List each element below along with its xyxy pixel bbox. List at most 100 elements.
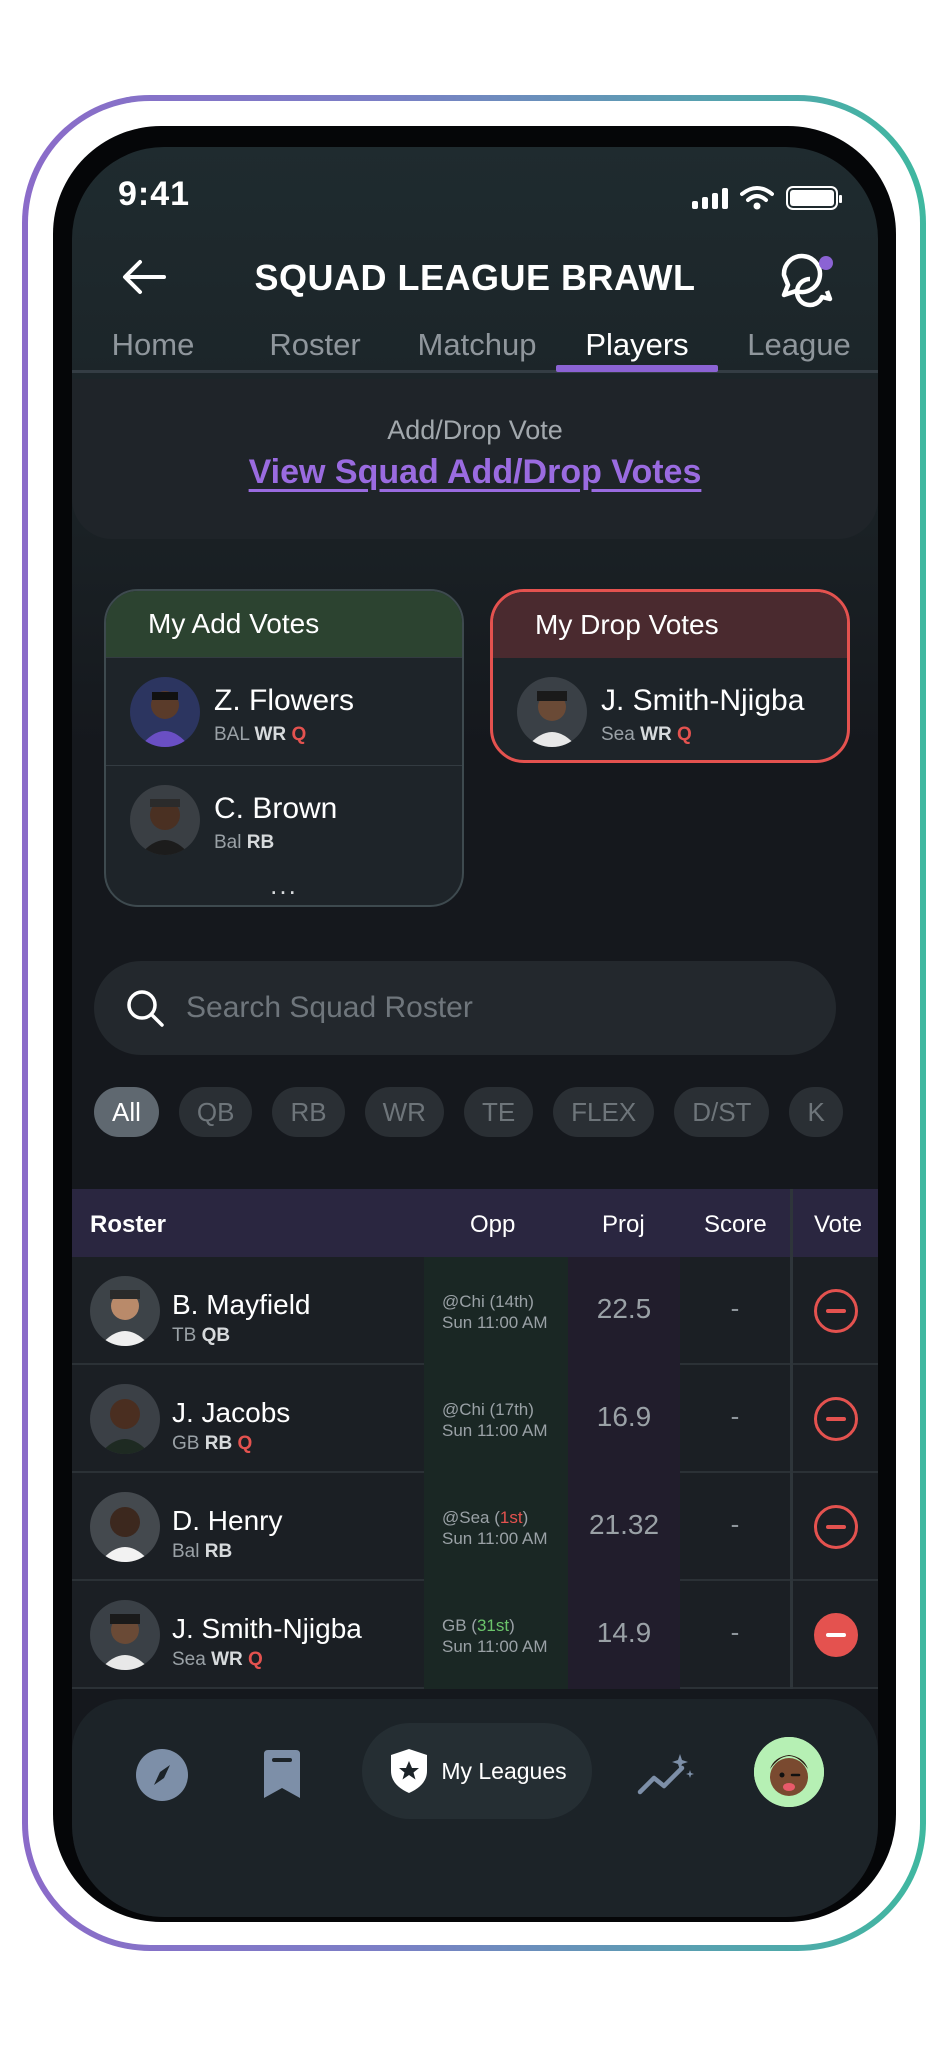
table-row[interactable]: B. Mayfield TB QB @Chi (14th) Sun 11:00 A… bbox=[72, 1257, 878, 1365]
table-header: Roster Opp Proj Score Vote bbox=[72, 1189, 878, 1257]
opponent-info: @Sea (1st) Sun 11:00 AM bbox=[442, 1508, 548, 1548]
filter-chip-te[interactable]: TE bbox=[463, 1087, 534, 1137]
page-title: SQUAD LEAGUE BRAWL bbox=[254, 257, 696, 298]
chat-button[interactable] bbox=[774, 245, 838, 309]
player-meta: BAL WR Q bbox=[214, 724, 307, 745]
my-drop-votes-title: My Drop Votes bbox=[493, 592, 847, 658]
player-meta: GB RB Q bbox=[172, 1433, 253, 1454]
tab-home[interactable]: Home bbox=[72, 327, 234, 363]
player-name: C. Brown bbox=[214, 792, 338, 825]
more-indicator[interactable]: ... bbox=[106, 870, 462, 901]
opponent-info: GB (31st) Sun 11:00 AM bbox=[442, 1616, 548, 1656]
table-row[interactable]: D. Henry Bal RB @Sea (1st) Sun 11:00 AM 2… bbox=[72, 1473, 878, 1581]
filter-chip-dst[interactable]: D/ST bbox=[674, 1087, 770, 1137]
filter-chip-all[interactable]: All bbox=[94, 1087, 159, 1137]
nav-my-leagues[interactable]: My Leagues bbox=[362, 1723, 592, 1819]
search-bar[interactable] bbox=[94, 961, 836, 1055]
filter-chip-flex[interactable]: FLEX bbox=[553, 1087, 655, 1137]
bookmark-icon bbox=[264, 1750, 300, 1798]
player-meta: Bal RB bbox=[214, 832, 275, 853]
drop-vote-button[interactable] bbox=[814, 1505, 858, 1549]
memoji-avatar-icon bbox=[754, 1737, 824, 1807]
add-drop-vote-label: Add/Drop Vote bbox=[387, 415, 563, 445]
header-opp: Opp bbox=[470, 1211, 516, 1238]
nav-saved[interactable] bbox=[250, 1743, 314, 1807]
shield-star-icon bbox=[391, 1749, 428, 1793]
player-meta: TB QB bbox=[172, 1325, 231, 1346]
drop-vote-item[interactable]: J. Smith-Njigba Sea WR Q bbox=[493, 658, 847, 760]
player-avatar bbox=[517, 677, 587, 747]
projected-points: 21.32 bbox=[588, 1509, 660, 1540]
trending-sparkle-icon bbox=[637, 1754, 694, 1795]
player-avatar bbox=[90, 1600, 160, 1670]
my-add-votes-card[interactable]: My Add Votes Z. Flowers BAL WR Q C. Brow… bbox=[104, 589, 464, 907]
tab-roster[interactable]: Roster bbox=[234, 327, 396, 363]
player-avatar bbox=[130, 785, 200, 855]
opponent-info: @Chi (14th) Sun 11:00 AM bbox=[442, 1292, 548, 1332]
header-roster: Roster bbox=[90, 1211, 167, 1238]
view-add-drop-votes-link[interactable]: View Squad Add/Drop Votes bbox=[72, 453, 878, 492]
filter-chip-rb[interactable]: RB bbox=[272, 1087, 345, 1137]
search-input[interactable] bbox=[186, 961, 806, 1055]
nav-explore[interactable] bbox=[130, 1743, 194, 1807]
cellular-signal-icon bbox=[692, 187, 728, 209]
my-drop-votes-card[interactable]: My Drop Votes J. Smith-Njigba Sea WR Q bbox=[490, 589, 850, 763]
player-name: J. Smith-Njigba bbox=[601, 684, 805, 717]
nav-stats[interactable] bbox=[634, 1743, 698, 1807]
drop-vote-button[interactable] bbox=[814, 1289, 858, 1333]
score-value: - bbox=[730, 1293, 740, 1323]
wifi-icon bbox=[740, 186, 774, 210]
player-meta: Sea WR Q bbox=[172, 1649, 263, 1670]
battery-icon bbox=[786, 186, 842, 210]
tab-matchup[interactable]: Matchup bbox=[396, 327, 558, 363]
projected-points: 14.9 bbox=[596, 1617, 652, 1648]
player-meta: Sea WR Q bbox=[601, 724, 692, 745]
table-row[interactable]: J. Smith-Njigba Sea WR Q GB (31st) Sun 11… bbox=[72, 1581, 878, 1689]
search-icon bbox=[127, 990, 164, 1027]
add-vote-item[interactable]: Z. Flowers BAL WR Q bbox=[106, 657, 462, 765]
opponent-info: @Chi (17th) Sun 11:00 AM bbox=[442, 1400, 548, 1440]
player-name: J. Smith-Njigba bbox=[172, 1613, 362, 1644]
projected-points: 22.5 bbox=[596, 1293, 652, 1324]
bottom-nav: My Leagues bbox=[72, 1699, 878, 1917]
minus-icon bbox=[826, 1309, 846, 1313]
score-value: - bbox=[730, 1509, 740, 1539]
chat-bubbles-icon bbox=[781, 253, 833, 308]
profile-avatar[interactable] bbox=[754, 1737, 824, 1807]
tab-bar: Home Roster Matchup Players League bbox=[72, 317, 878, 373]
filter-chip-wr[interactable]: WR bbox=[364, 1087, 444, 1137]
player-avatar bbox=[90, 1276, 160, 1346]
player-avatar bbox=[90, 1492, 160, 1562]
minus-icon bbox=[826, 1525, 846, 1529]
my-add-votes-title: My Add Votes bbox=[106, 591, 462, 657]
tab-league[interactable]: League bbox=[718, 327, 878, 363]
filter-chip-qb[interactable]: QB bbox=[178, 1087, 253, 1137]
header-score: Score bbox=[704, 1211, 767, 1238]
minus-icon bbox=[826, 1633, 846, 1637]
score-value: - bbox=[730, 1617, 740, 1647]
header-proj: Proj bbox=[602, 1211, 645, 1238]
player-name: Z. Flowers bbox=[214, 684, 355, 717]
tab-players[interactable]: Players bbox=[556, 327, 718, 363]
drop-vote-button-selected[interactable] bbox=[814, 1613, 858, 1657]
minus-icon bbox=[826, 1417, 846, 1421]
drop-vote-button[interactable] bbox=[814, 1397, 858, 1441]
compass-icon bbox=[136, 1749, 188, 1801]
roster-table: Roster Opp Proj Score Vote B. Mayfield T… bbox=[72, 1189, 878, 1689]
player-name: D. Henry bbox=[172, 1505, 283, 1536]
nav-my-leagues-label: My Leagues bbox=[441, 1757, 567, 1784]
score-value: - bbox=[730, 1401, 740, 1431]
player-name: B. Mayfield bbox=[172, 1289, 311, 1320]
player-name: J. Jacobs bbox=[172, 1397, 291, 1428]
active-tab-indicator bbox=[556, 365, 718, 372]
projected-points: 16.9 bbox=[596, 1401, 652, 1432]
add-drop-vote-panel: Add/Drop Vote View Squad Add/Drop Votes bbox=[72, 379, 878, 539]
filter-chip-k[interactable]: K bbox=[789, 1087, 843, 1137]
add-vote-item[interactable]: C. Brown Bal RB bbox=[106, 765, 462, 873]
player-avatar bbox=[90, 1384, 160, 1454]
player-avatar bbox=[130, 677, 200, 747]
table-row[interactable]: J. Jacobs GB RB Q @Chi (17th) Sun 11:00 A… bbox=[72, 1365, 878, 1473]
header-vote: Vote bbox=[814, 1211, 863, 1238]
status-time: 9:41 bbox=[118, 175, 191, 213]
position-filters: All QB RB WR TE FLEX D/ST K bbox=[94, 1087, 843, 1137]
